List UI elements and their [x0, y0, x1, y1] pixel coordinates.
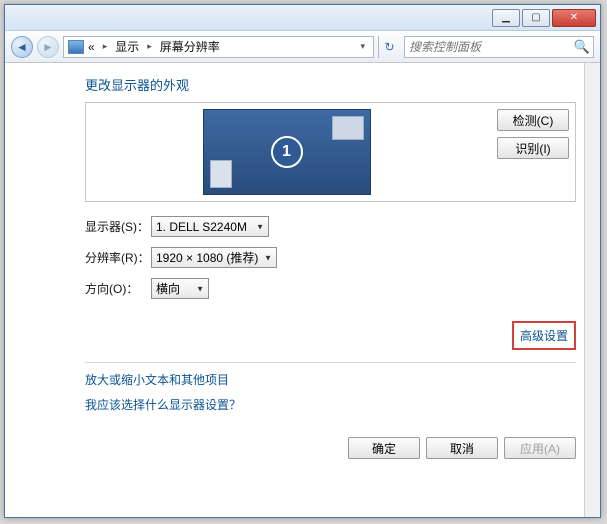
dropdown-orientation[interactable]: 横向 ▼	[151, 278, 209, 299]
settings-form: 显示器(S)： 1. DELL S2240M ▼ 分辨率(R)： 1920 × …	[85, 216, 576, 299]
back-button[interactable]: ◄	[11, 36, 33, 58]
dropdown-display[interactable]: 1. DELL S2240M ▼	[151, 216, 269, 237]
titlebar: ▁ ▢ ✕	[5, 5, 600, 31]
search-box: 🔍	[404, 36, 594, 58]
chevron-right-icon: ▸	[99, 41, 112, 52]
breadcrumb-resolution[interactable]: 屏幕分辨率	[160, 38, 220, 55]
breadcrumb-display[interactable]: 显示	[115, 38, 139, 55]
window: ▁ ▢ ✕ ◄ ► « ▸ 显示 ▸ 屏幕分辨率 ▾ ↻ 🔍 更改显示器的外观 …	[4, 4, 601, 518]
refresh-button[interactable]: ↻	[378, 36, 400, 58]
maximize-button[interactable]: ▢	[522, 9, 550, 27]
ok-button[interactable]: 确定	[348, 437, 420, 459]
link-text-size[interactable]: 放大或缩小文本和其他项目	[85, 371, 576, 388]
close-button[interactable]: ✕	[552, 9, 596, 27]
dropdown-resolution-value: 1920 × 1080 (推荐)	[156, 249, 258, 266]
search-input[interactable]	[405, 40, 571, 54]
preview-side-buttons: 检测(C) 识别(I)	[497, 109, 569, 159]
footer-buttons: 确定 取消 应用(A)	[85, 437, 576, 459]
breadcrumb-root[interactable]: «	[88, 40, 95, 54]
dropdown-resolution[interactable]: 1920 × 1080 (推荐) ▼	[151, 247, 277, 268]
cancel-button[interactable]: 取消	[426, 437, 498, 459]
chevron-down-icon: ▼	[196, 284, 204, 293]
apply-button[interactable]: 应用(A)	[504, 437, 576, 459]
control-panel-icon	[68, 40, 84, 54]
chevron-down-icon: ▼	[264, 253, 272, 262]
monitor-preview[interactable]: 1	[203, 109, 371, 195]
label-resolution: 分辨率(R)：	[85, 249, 151, 266]
display-preview-row: 1 检测(C) 识别(I)	[85, 102, 576, 202]
advanced-row: 高级设置	[85, 321, 576, 356]
identify-button[interactable]: 识别(I)	[497, 137, 569, 159]
page-title: 更改显示器的外观	[85, 75, 576, 94]
navbar: ◄ ► « ▸ 显示 ▸ 屏幕分辨率 ▾ ↻ 🔍	[5, 31, 600, 63]
row-display: 显示器(S)： 1. DELL S2240M ▼	[85, 216, 576, 237]
label-display: 显示器(S)：	[85, 218, 151, 235]
dropdown-display-value: 1. DELL S2240M	[156, 220, 247, 234]
chevron-down-icon: ▼	[256, 222, 264, 231]
link-which-display[interactable]: 我应该选择什么显示器设置？	[85, 396, 576, 413]
minimize-button[interactable]: ▁	[492, 9, 520, 27]
chevron-down-icon[interactable]: ▾	[356, 41, 369, 52]
advanced-settings-link[interactable]: 高级设置	[512, 321, 576, 350]
helper-links: 放大或缩小文本和其他项目 我应该选择什么显示器设置？	[85, 362, 576, 413]
detect-button[interactable]: 检测(C)	[497, 109, 569, 131]
content-area: 更改显示器的外观 1 检测(C) 识别(I) 显示器(S)： 1. DELL S…	[5, 63, 600, 517]
display-preview-area: 1	[92, 109, 481, 195]
label-orientation: 方向(O)：	[85, 280, 151, 297]
chevron-right-icon: ▸	[143, 41, 156, 52]
dropdown-orientation-value: 横向	[156, 280, 180, 297]
monitor-number-badge: 1	[271, 136, 303, 168]
row-orientation: 方向(O)： 横向 ▼	[85, 278, 576, 299]
vertical-scrollbar[interactable]	[584, 63, 600, 517]
search-icon[interactable]: 🔍	[571, 39, 593, 55]
row-resolution: 分辨率(R)： 1920 × 1080 (推荐) ▼	[85, 247, 576, 268]
forward-button[interactable]: ►	[37, 36, 59, 58]
address-bar[interactable]: « ▸ 显示 ▸ 屏幕分辨率 ▾	[63, 36, 374, 58]
